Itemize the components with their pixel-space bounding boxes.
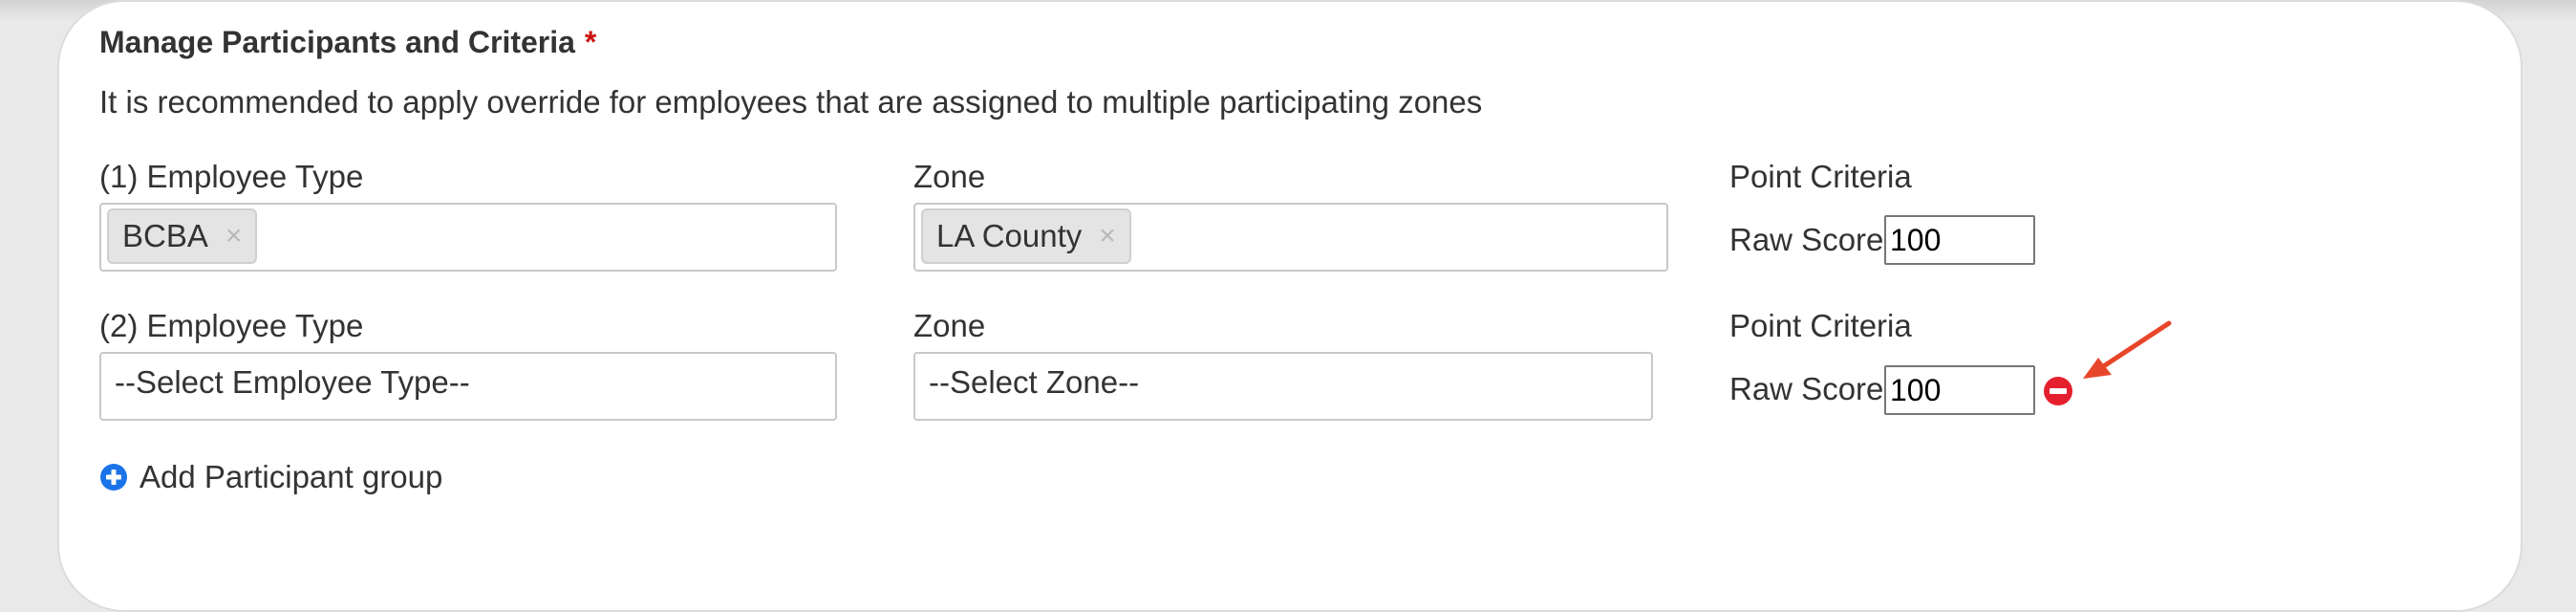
group-1-employee-type-label: (1) Employee Type <box>99 159 364 194</box>
required-marker: * <box>584 25 597 59</box>
group-2-employee-type-select[interactable]: --Select Employee Type-- <box>99 352 837 421</box>
section-title-text: Manage Participants and Criteria <box>99 25 575 59</box>
group-1-raw-score-input[interactable] <box>1884 215 2035 265</box>
arrow-icon <box>2083 320 2172 379</box>
group-1-zone-select[interactable]: LA County × <box>913 203 1668 272</box>
employee-type-tag: BCBA × <box>107 208 258 264</box>
group-2-zone-label: Zone <box>913 308 986 343</box>
zone-tag: LA County × <box>921 208 1131 264</box>
add-participant-group-link[interactable]: Add Participant group <box>99 459 442 495</box>
group-1-zone-label: Zone <box>913 159 986 194</box>
group-2-criteria-label: Point Criteria <box>1729 308 1912 343</box>
tag-remove-icon[interactable]: × <box>225 222 243 251</box>
group-1-raw-score-label: Raw Score <box>1729 222 1884 257</box>
plus-circle-icon <box>100 464 127 491</box>
tag-remove-icon[interactable]: × <box>1099 222 1116 251</box>
minus-circle-icon[interactable] <box>2043 376 2073 406</box>
group-2-zone-select[interactable]: --Select Zone-- <box>913 352 1653 421</box>
group-2-employee-type-label: (2) Employee Type <box>99 308 364 343</box>
group-2-raw-score-input[interactable] <box>1884 365 2035 415</box>
section-title: Manage Participants and Criteria * <box>99 25 596 60</box>
add-participant-group-label: Add Participant group <box>140 459 443 494</box>
group-1-employee-type-select[interactable]: BCBA × <box>99 203 837 272</box>
override-hint: It is recommended to apply override for … <box>99 84 1483 120</box>
group-2-raw-score-label: Raw Score <box>1729 371 1884 406</box>
group-1-criteria-label: Point Criteria <box>1729 159 1912 194</box>
employee-type-tag-label: BCBA <box>122 218 208 253</box>
zone-tag-label: LA County <box>936 218 1083 253</box>
